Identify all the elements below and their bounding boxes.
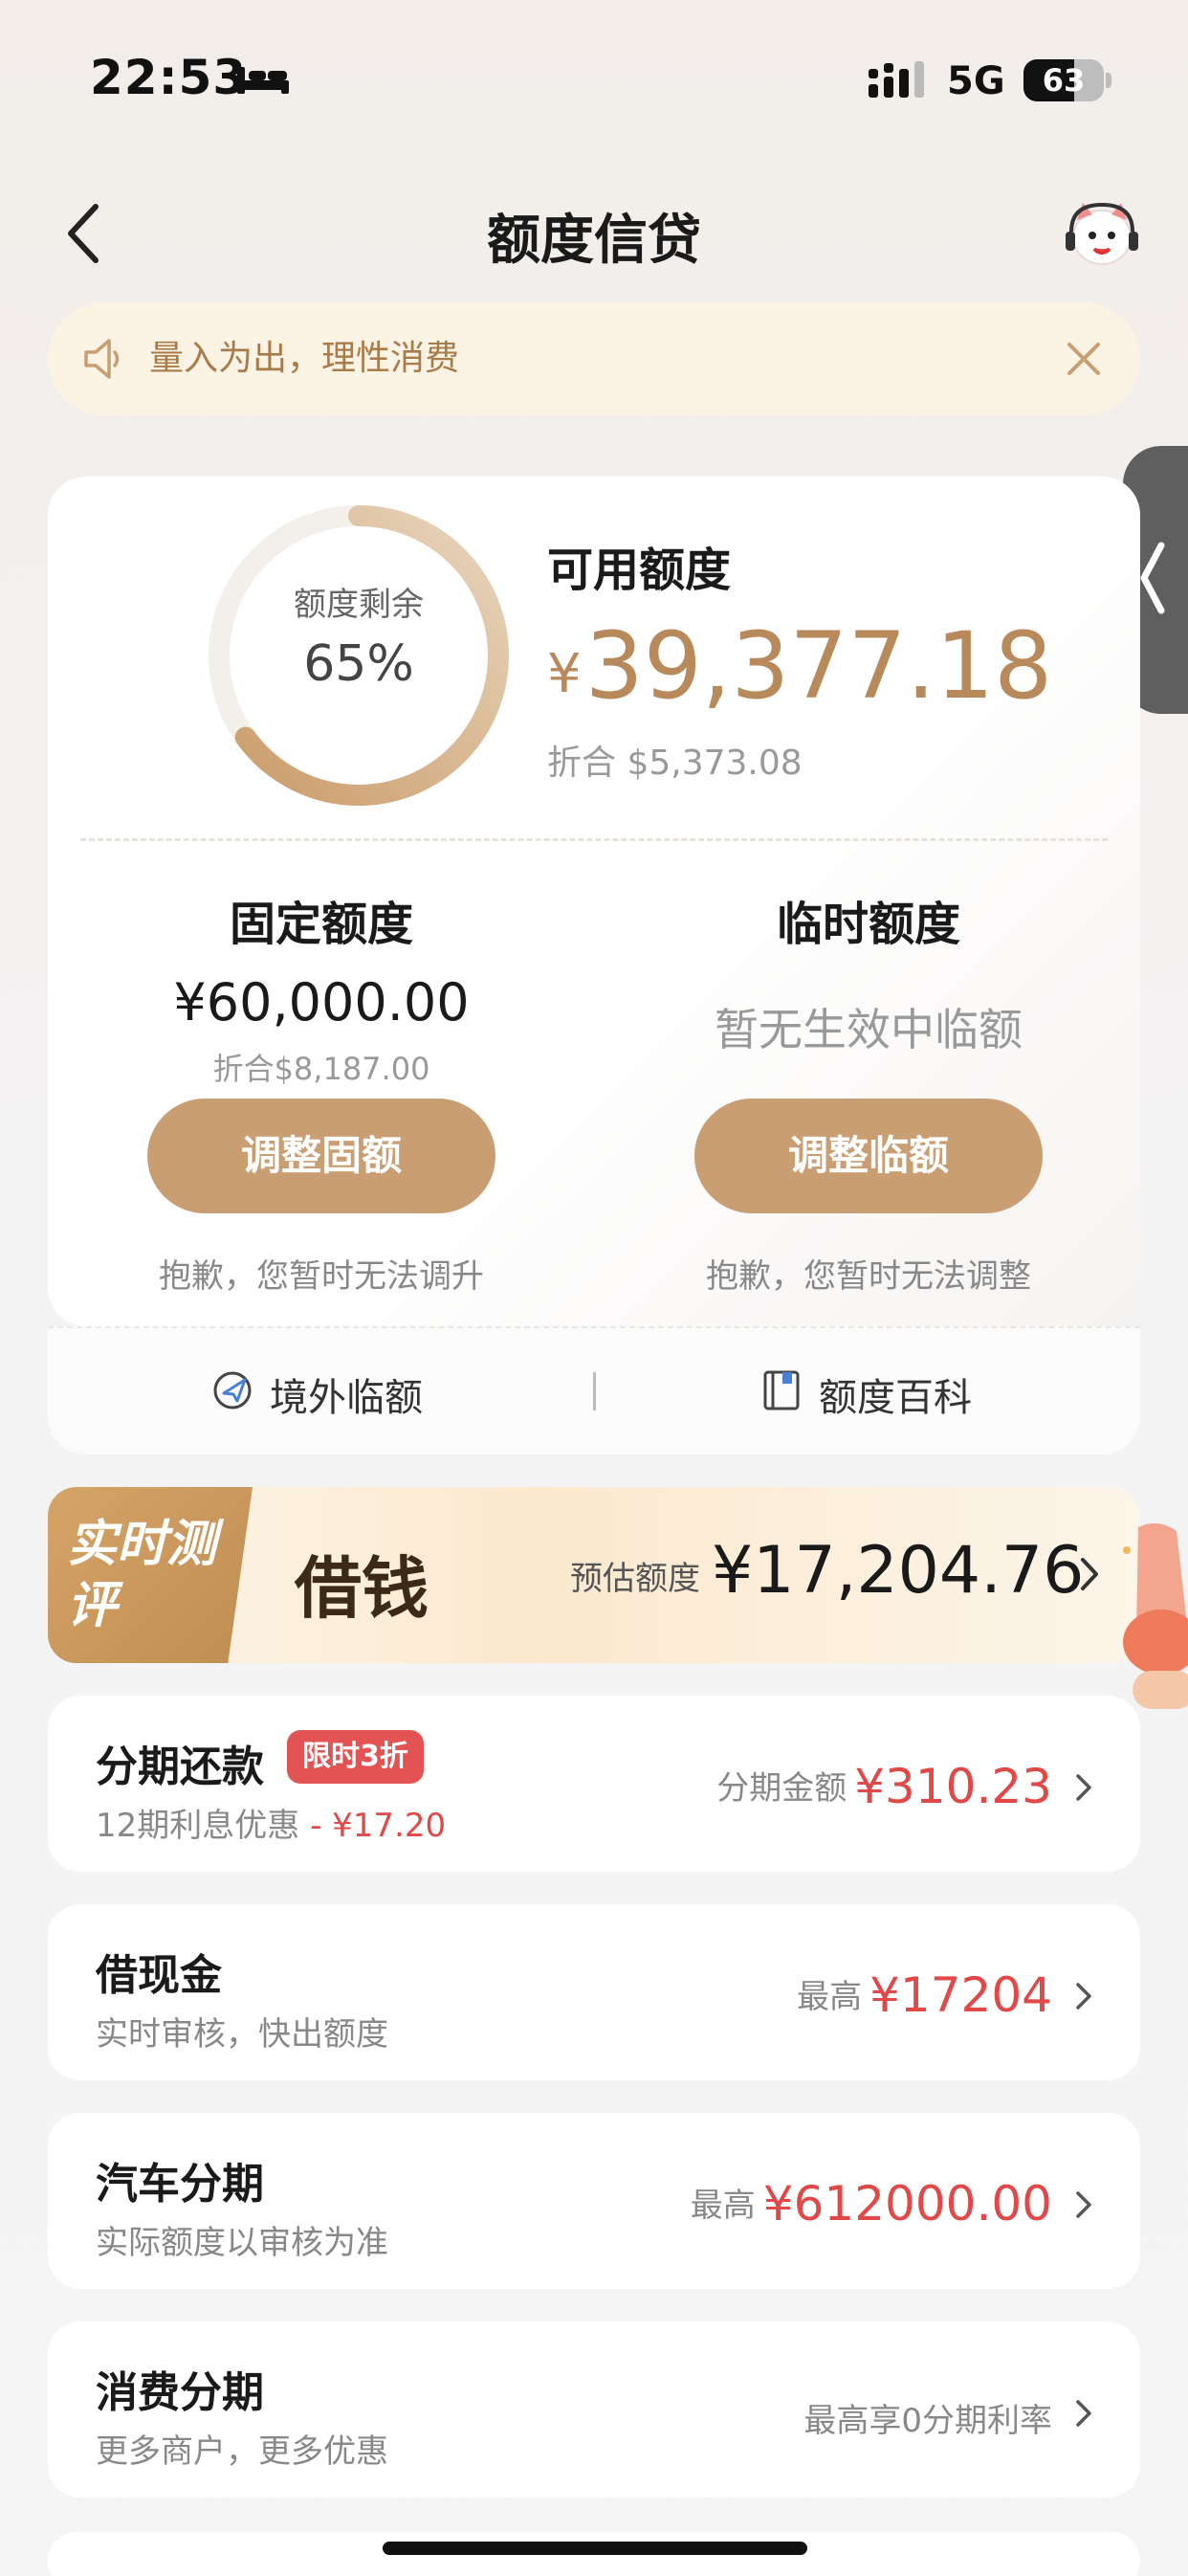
plane-icon xyxy=(213,1371,252,1410)
book-icon xyxy=(763,1370,800,1410)
chevron-right-icon xyxy=(1076,2400,1091,2427)
available-converted: 折合 $5,373.08 xyxy=(547,744,803,783)
borrow-promo-banner[interactable]: 实时测评 借钱 预估额度 ¥17,204.76 xyxy=(48,1487,1140,1663)
page-title: 额度信贷 xyxy=(487,210,701,272)
home-indicator[interactable] xyxy=(383,2542,807,2555)
temporary-credit-title: 临时额度 xyxy=(776,898,960,951)
promo-tag-text: 实时测评 xyxy=(67,1516,217,1634)
row-right-amount: ¥310.23 xyxy=(854,1759,1052,1814)
row-subtitle: 实际额度以审核为准 xyxy=(96,2224,388,2262)
signal-icon xyxy=(869,61,924,98)
notice-text: 量入为出，理性消费 xyxy=(149,339,460,378)
row-title: 消费分期 xyxy=(96,2368,264,2417)
fixed-credit-title: 固定额度 xyxy=(229,898,413,951)
available-credit-label: 可用额度 xyxy=(547,544,732,597)
credit-wiki-label: 额度百科 xyxy=(819,1376,972,1420)
close-icon[interactable] xyxy=(1062,337,1106,381)
available-amount: 39,377.18 xyxy=(584,612,1053,720)
row-right: 最高 ¥17204 xyxy=(797,1967,1052,2023)
available-credit-value: ¥39,377.18 xyxy=(547,620,1052,712)
ring-value: 65% xyxy=(303,635,414,693)
fixed-credit-value: ¥60,000.00 xyxy=(173,972,470,1033)
row-subtitle: 实时审核，快出额度 xyxy=(96,2015,388,2054)
promo-title: 借钱 xyxy=(295,1548,429,1628)
bed-icon xyxy=(237,67,289,94)
adjust-temporary-button[interactable]: 调整临额 xyxy=(694,1099,1043,1213)
estimate-value: ¥17,204.76 xyxy=(712,1533,1085,1609)
network-label: 5G xyxy=(947,59,1005,103)
row-right-label: 最高 xyxy=(797,1978,863,2016)
status-time: 22:53 xyxy=(90,50,248,105)
gift-float-icon[interactable] xyxy=(1119,1518,1188,1719)
row-subtitle: 12期利息优惠 - ¥17.20 xyxy=(96,1799,446,1846)
row-right: 最高 ¥612000.00 xyxy=(691,2176,1052,2232)
list-item-cash-loan[interactable]: 借现金 实时审核，快出额度 最高 ¥17204 xyxy=(48,1904,1140,2080)
list-item-consumer-installment[interactable]: 消费分期 更多商户，更多优惠 最高享0分期利率 xyxy=(48,2321,1140,2498)
row-right: 最高享0分期利率 xyxy=(803,2394,1052,2441)
interest-discount: - ¥17.20 xyxy=(299,1807,447,1845)
discount-badge: 限时3折 xyxy=(287,1730,424,1784)
row-right-label: 最高享0分期利率 xyxy=(803,2402,1052,2440)
speaker-icon xyxy=(84,339,120,379)
currency-symbol: ¥ xyxy=(547,643,582,705)
estimate-label: 预估额度 xyxy=(570,1560,700,1598)
row-right-label: 最高 xyxy=(690,2187,756,2225)
chevron-right-icon xyxy=(1076,1774,1091,1801)
row-title: 汽车分期 xyxy=(96,2160,264,2209)
ring-label: 额度剩余 xyxy=(294,586,424,624)
chevron-left-icon xyxy=(1140,542,1165,614)
fixed-credit-note: 抱歉，您暂时无法调升 xyxy=(159,1257,484,1296)
chevron-right-icon xyxy=(1081,1558,1098,1590)
battery-icon: 63 xyxy=(1023,59,1111,101)
adjust-fixed-button[interactable]: 调整固额 xyxy=(147,1099,495,1213)
customer-service-mascot-icon[interactable] xyxy=(1060,197,1144,274)
temporary-credit-status: 暂无生效中临额 xyxy=(715,1004,1023,1055)
overseas-credit-label: 境外临额 xyxy=(270,1376,423,1420)
row-right-amount: ¥17204 xyxy=(869,1967,1052,2023)
list-item-installment-repay[interactable]: 分期还款 限时3折 12期利息优惠 - ¥17.20 分期金额 ¥310.23 xyxy=(48,1696,1140,1872)
row-subtitle-text: 12期利息优惠 xyxy=(96,1807,300,1845)
row-right: 分期金额 ¥310.23 xyxy=(716,1759,1052,1814)
chevron-right-icon xyxy=(1076,2191,1091,2218)
credit-summary-card: 额度剩余 65% 可用额度 ¥39,377.18 折合 $5,373.08 固定… xyxy=(48,477,1140,1326)
temporary-credit-note: 抱歉，您暂时无法调整 xyxy=(706,1257,1031,1296)
chevron-right-icon xyxy=(1076,1983,1091,2010)
notice-bar: 量入为出，理性消费 xyxy=(48,302,1140,415)
divider xyxy=(80,838,1108,841)
row-subtitle: 更多商户，更多优惠 xyxy=(96,2432,388,2471)
fixed-credit-converted: 折合$8,187.00 xyxy=(212,1051,430,1087)
row-right-amount: ¥612000.00 xyxy=(762,2176,1052,2232)
battery-level: 63 xyxy=(1042,62,1086,99)
separator xyxy=(593,1372,596,1410)
row-title: 分期还款 xyxy=(96,1743,264,1791)
row-title: 借现金 xyxy=(96,1951,222,2000)
quick-links: 境外临额 额度百科 xyxy=(48,1326,1140,1455)
row-right-label: 分期金额 xyxy=(716,1769,847,1808)
list-item-car-installment[interactable]: 汽车分期 实际额度以审核为准 最高 ¥612000.00 xyxy=(48,2113,1140,2289)
